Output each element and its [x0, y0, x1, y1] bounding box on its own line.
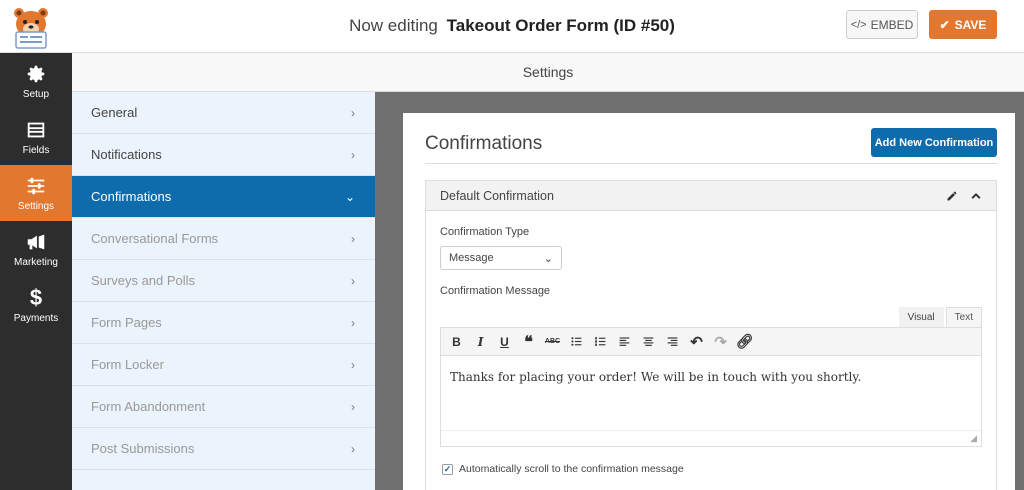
sidebar-item-settings[interactable]: Settings [0, 165, 72, 221]
sidebar-item-label: Setup [22, 88, 50, 100]
chevron-down-icon: ⌄ [344, 189, 355, 204]
align-center-icon[interactable] [639, 332, 658, 351]
chevron-right-icon: › [351, 105, 355, 120]
underline-icon[interactable]: U [495, 332, 514, 351]
confirmations-card: Confirmations Add New Confirmation Defau… [403, 113, 1015, 490]
chevron-right-icon: › [351, 315, 355, 330]
link-icon[interactable]: 🔗︎ [735, 332, 754, 351]
tab-text[interactable]: Text [945, 307, 982, 327]
italic-icon[interactable]: I [471, 332, 490, 351]
editor-tabs: Visual Text [898, 307, 982, 327]
blockquote-icon[interactable]: ❝ [519, 332, 538, 351]
settings-item-conversational-forms[interactable]: Conversational Forms › [72, 218, 375, 260]
megaphone-icon [27, 234, 45, 249]
message-editor: B I U ❝ ABC ↶ ↷ 🔗︎ Thanks for placing yo… [440, 327, 982, 447]
add-confirmation-button[interactable]: Add New Confirmation [871, 128, 997, 157]
top-bar: Now editing Takeout Order Form (ID #50) … [0, 0, 1024, 53]
chevron-right-icon: › [351, 399, 355, 414]
bullet-list-icon[interactable] [567, 332, 586, 351]
confirmation-header[interactable]: Default Confirmation [426, 181, 996, 211]
resize-handle-icon[interactable]: ◢ [970, 433, 977, 444]
settings-item-label: Surveys and Polls [91, 273, 196, 288]
settings-item-surveys-polls[interactable]: Surveys and Polls › [72, 260, 375, 302]
section-title: Confirmations [425, 133, 543, 154]
undo-icon[interactable]: ↶ [687, 332, 706, 351]
sliders-icon [27, 177, 45, 194]
panel-title: Settings [72, 53, 1024, 92]
save-label: SAVE [954, 17, 987, 32]
code-icon: </> [850, 18, 867, 31]
embed-label: EMBED [870, 17, 914, 32]
pencil-icon[interactable] [946, 190, 958, 202]
editor-toolbar: B I U ❝ ABC ↶ ↷ 🔗︎ [441, 328, 981, 356]
embed-button[interactable]: </> EMBED [846, 10, 918, 39]
confirmation-block: Default Confirmation Confirmation Type M… [425, 180, 997, 490]
message-text[interactable]: Thanks for placing your order! We will b… [441, 356, 981, 398]
chevron-up-icon[interactable] [970, 190, 982, 202]
editing-prefix: Now editing [349, 16, 438, 35]
bold-icon[interactable]: B [447, 332, 466, 351]
settings-item-notifications[interactable]: Notifications › [72, 134, 375, 176]
settings-item-label: Confirmations [91, 189, 172, 204]
chevron-right-icon: › [351, 357, 355, 372]
sidebar-item-label: Marketing [14, 256, 58, 268]
auto-scroll-label: Automatically scroll to the confirmation… [459, 463, 684, 475]
chevron-right-icon: › [351, 231, 355, 246]
confirmation-type-label: Confirmation Type [440, 226, 530, 238]
confirmation-message-label: Confirmation Message [440, 285, 551, 297]
settings-item-label: General [91, 105, 138, 120]
settings-item-form-locker[interactable]: Form Locker › [72, 344, 375, 386]
numbered-list-icon[interactable] [591, 332, 610, 351]
save-button[interactable]: ✔ SAVE [929, 10, 997, 39]
fields-icon [27, 122, 45, 137]
auto-scroll-option[interactable]: ✓ Automatically scroll to the confirmati… [442, 463, 684, 475]
select-value: Message [449, 252, 494, 264]
confirmation-type-select[interactable]: Message ⌄ [440, 246, 562, 270]
form-title: Takeout Order Form (ID #50) [446, 16, 675, 35]
settings-item-post-submissions[interactable]: Post Submissions › [72, 428, 375, 470]
settings-item-form-pages[interactable]: Form Pages › [72, 302, 375, 344]
divider [425, 163, 997, 164]
sidebar-item-setup[interactable]: Setup [0, 53, 72, 109]
check-icon: ✔ [939, 17, 950, 32]
chevron-down-icon: ⌄ [543, 252, 553, 265]
sidebar-item-marketing[interactable]: Marketing [0, 221, 72, 277]
settings-item-label: Form Pages [91, 315, 162, 330]
auto-scroll-checkbox[interactable]: ✓ [442, 463, 453, 475]
settings-item-label: Form Abandonment [91, 399, 206, 414]
confirmation-name: Default Confirmation [440, 188, 554, 203]
redo-icon[interactable]: ↷ [711, 332, 730, 351]
sidebar-item-fields[interactable]: Fields [0, 109, 72, 165]
tab-visual[interactable]: Visual [898, 307, 944, 327]
dollar-icon: $ [29, 284, 43, 310]
builder-sidebar: Setup Fields Settings Marketing $ Paymen… [0, 53, 72, 490]
settings-item-form-abandonment[interactable]: Form Abandonment › [72, 386, 375, 428]
align-right-icon[interactable] [663, 332, 682, 351]
sidebar-item-label: Settings [17, 200, 55, 212]
settings-item-label: Post Submissions [91, 441, 195, 456]
chevron-right-icon: › [351, 273, 355, 288]
strikethrough-icon[interactable]: ABC [543, 332, 562, 351]
sidebar-item-label: Fields [22, 144, 50, 156]
settings-item-label: Form Locker [91, 357, 164, 372]
gear-icon [27, 65, 45, 82]
settings-item-general[interactable]: General › [72, 92, 375, 134]
chevron-right-icon: › [351, 147, 355, 162]
settings-item-label: Notifications [91, 147, 162, 162]
chevron-right-icon: › [351, 441, 355, 456]
sidebar-item-payments[interactable]: $ Payments [0, 277, 72, 333]
sidebar-item-label: Payments [13, 312, 59, 324]
editor-statusbar: ◢ [441, 430, 981, 446]
settings-menu: General › Notifications › Confirmations ⌄ C… [72, 92, 375, 490]
settings-item-label: Conversational Forms [91, 231, 219, 246]
settings-item-confirmations[interactable]: Confirmations ⌄ [72, 176, 375, 218]
align-left-icon[interactable] [615, 332, 634, 351]
